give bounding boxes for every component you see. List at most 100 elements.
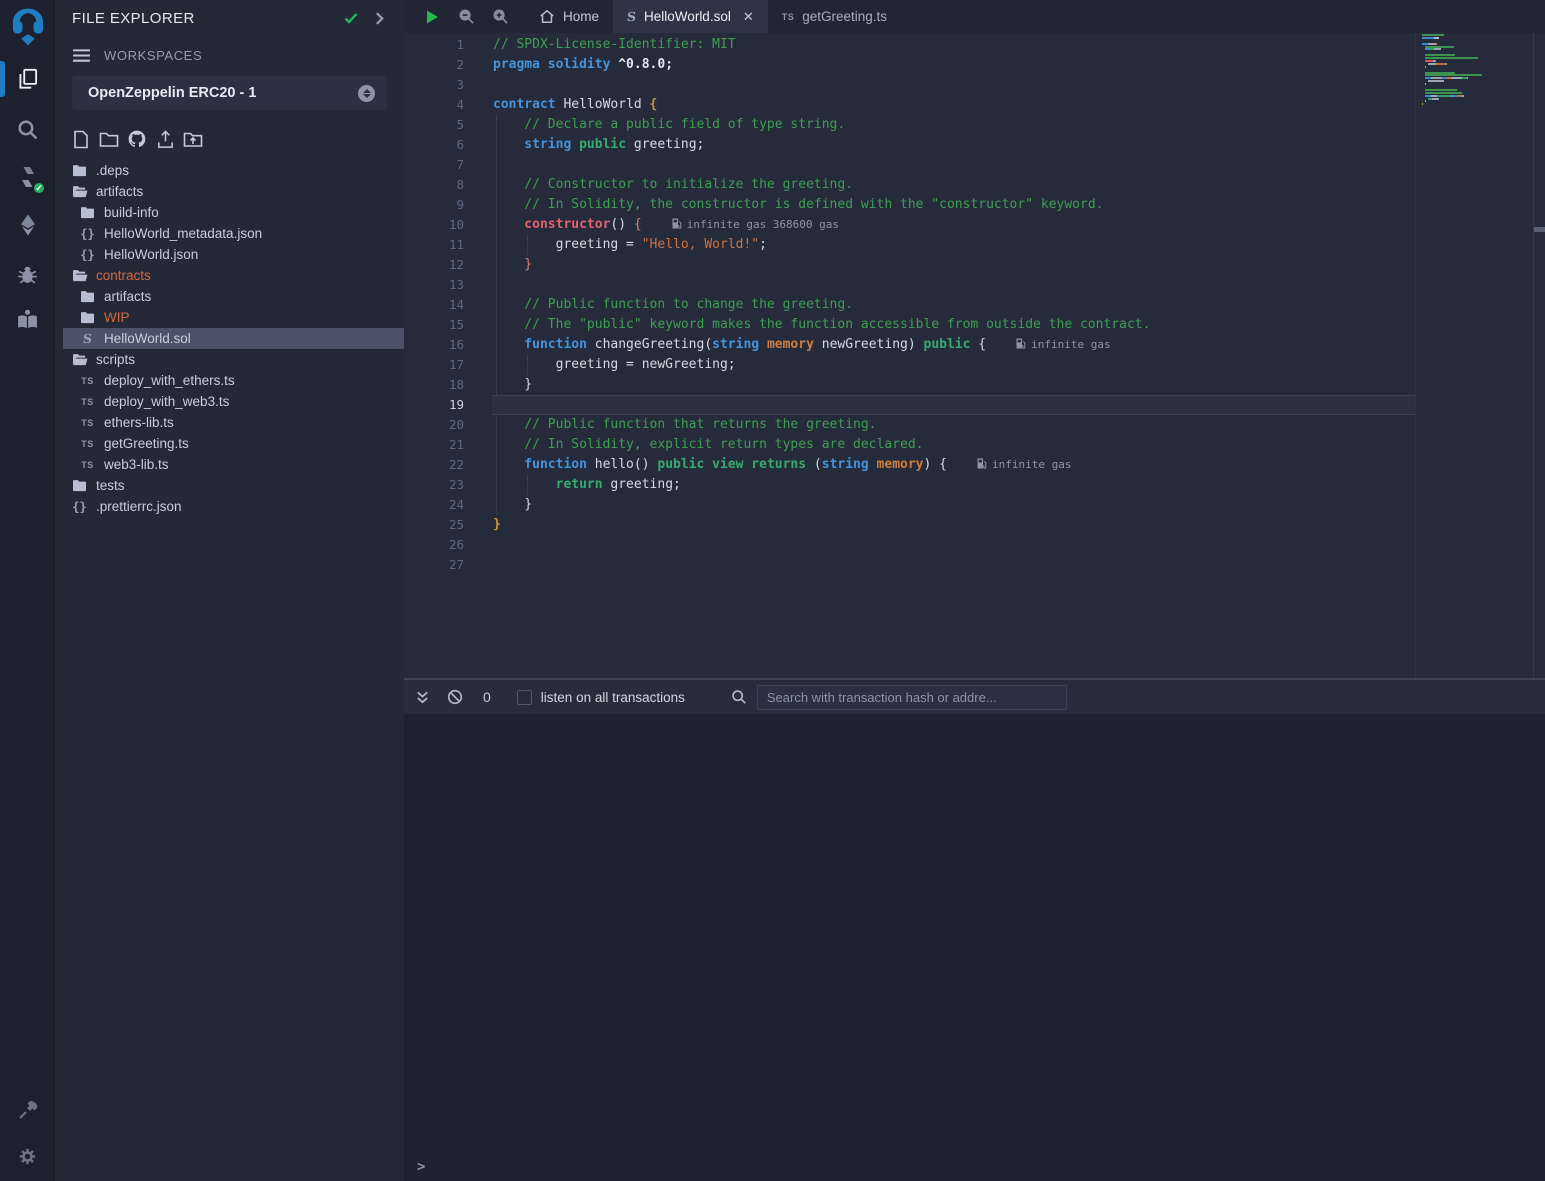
line-number: 13 (404, 275, 464, 295)
workspaces-label: WORKSPACES (104, 48, 202, 63)
code-line: 22 function hello() public view returns … (404, 455, 1545, 475)
line-number: 25 (404, 515, 464, 535)
line-number: 21 (404, 435, 464, 455)
line-number: 11 (404, 235, 464, 255)
minimap-line (1422, 34, 1533, 36)
code-text: function hello() public view returns (st… (493, 455, 1071, 475)
run-script-button[interactable] (419, 0, 445, 33)
new-file-button[interactable] (71, 128, 91, 150)
indent-guide (496, 395, 497, 415)
tab-helloworld-sol[interactable]: SHelloWorld.sol✕ (613, 0, 768, 33)
chevron-right-icon[interactable] (373, 12, 386, 25)
code-line: 14 // Public function to change the gree… (404, 295, 1545, 315)
tree-item-build-info[interactable]: build-info (55, 202, 404, 223)
workspaces-row: WORKSPACES (55, 44, 404, 66)
file-explorer-icon (15, 66, 41, 92)
minimap-line (1422, 63, 1533, 65)
close-tab-icon[interactable]: ✕ (743, 9, 754, 25)
code-line: 6 string public greeting; (404, 135, 1545, 155)
tree-item-helloworld-json[interactable]: {}HelloWorld.json (55, 244, 404, 265)
remix-logo[interactable] (0, 4, 55, 50)
sidebar-item-debugger[interactable] (0, 255, 55, 293)
tree-item-artifacts[interactable]: artifacts (55, 181, 404, 202)
vertical-icon-bar: ✓ (0, 0, 55, 1181)
code-text: // Constructor to initialize the greetin… (493, 175, 853, 195)
sidebar-item-deploy-run[interactable] (0, 206, 55, 244)
gas-estimate-hint: infinite gas (1016, 338, 1110, 351)
code-text: greeting = "Hello, World!"; (493, 235, 767, 255)
tree-item-label: artifacts (104, 289, 151, 304)
check-icon[interactable] (343, 10, 359, 26)
line-number: 27 (404, 555, 464, 575)
line-number: 23 (404, 475, 464, 495)
tree-item-scripts[interactable]: scripts (55, 349, 404, 370)
indent-guide (496, 275, 497, 295)
tree-item-label: tests (96, 478, 125, 493)
sidebar-item-file-explorer[interactable] (0, 60, 55, 98)
hamburger-menu-icon[interactable] (72, 48, 91, 63)
overview-ruler[interactable] (1533, 33, 1545, 678)
tree-item-label: .prettierrc.json (96, 499, 182, 514)
tree-item--deps[interactable]: .deps (55, 160, 404, 181)
tree-item-label: contracts (96, 268, 151, 283)
editor-tabbar: HomeSHelloWorld.sol✕TSgetGreeting.ts (404, 0, 1545, 33)
tree-item-label: deploy_with_ethers.ts (104, 373, 235, 388)
tree-item-web3-lib-ts[interactable]: TSweb3-lib.ts (55, 454, 404, 475)
terminal-search-input[interactable] (757, 685, 1067, 710)
zoom-out-button[interactable] (453, 0, 479, 33)
workspace-select[interactable]: OpenZeppelin ERC20 - 1 (72, 76, 387, 110)
code-line: 11 greeting = "Hello, World!"; (404, 235, 1545, 255)
code-line-current: 19 (404, 395, 1545, 415)
terminal-clear-icon[interactable] (447, 689, 463, 705)
sidebar-item-settings[interactable] (0, 1137, 55, 1175)
terminal-prompt: > (417, 1159, 425, 1175)
tree-item-getgreeting-ts[interactable]: TSgetGreeting.ts (55, 433, 404, 454)
tree-item-deploy-with-ethers-ts[interactable]: TSdeploy_with_ethers.ts (55, 370, 404, 391)
tree-item-contracts[interactable]: contracts (55, 265, 404, 286)
tree-item-ethers-lib-ts[interactable]: TSethers-lib.ts (55, 412, 404, 433)
tree-item-wip[interactable]: WIP (55, 307, 404, 328)
sidebar-item-solidity-compiler[interactable]: ✓ (0, 158, 55, 196)
code-line: 15 // The "public" keyword makes the fun… (404, 315, 1545, 335)
code-text: } (493, 375, 532, 395)
tab-home[interactable]: Home (525, 0, 613, 33)
clone-github-button[interactable] (127, 128, 147, 150)
upload-folder-button[interactable] (183, 128, 203, 150)
minimap-line (1422, 83, 1533, 85)
sidebar-item-plugin-manager[interactable] (0, 1091, 55, 1129)
code-line: 1// SPDX-License-Identifier: MIT (404, 35, 1545, 55)
minimap[interactable] (1415, 33, 1533, 678)
upload-file-button[interactable] (155, 128, 175, 150)
code-text: } (493, 515, 501, 535)
folder-icon (79, 311, 96, 324)
tree-item-label: artifacts (96, 184, 143, 199)
listen-transactions-checkbox[interactable] (517, 690, 532, 705)
gas-estimate-hint: infinite gas 368600 gas (672, 218, 839, 231)
tree-item--prettierrc-json[interactable]: {}.prettierrc.json (55, 496, 404, 517)
new-folder-button[interactable] (99, 128, 119, 150)
tab-getgreeting-ts[interactable]: TSgetGreeting.ts (768, 0, 901, 33)
workspace-selected-name: OpenZeppelin ERC20 - 1 (88, 85, 358, 101)
listen-transactions-label: listen on all transactions (541, 690, 685, 705)
code-area[interactable]: 1// SPDX-License-Identifier: MIT2pragma … (404, 33, 1545, 678)
line-number: 8 (404, 175, 464, 195)
terminal-collapse-icon[interactable] (415, 690, 430, 705)
terminal-output[interactable]: > (404, 714, 1545, 1181)
sidebar-item-learneth[interactable] (0, 300, 55, 338)
line-number: 1 (404, 35, 464, 55)
tree-item-tests[interactable]: tests (55, 475, 404, 496)
terminal-toolbar: 0 listen on all transactions (404, 680, 1545, 714)
tree-item-helloworld-metadata-json[interactable]: {}HelloWorld_metadata.json (55, 223, 404, 244)
sidebar-item-search[interactable] (0, 110, 55, 148)
zoom-in-button[interactable] (487, 0, 513, 33)
code-line: 9 // In Solidity, the constructor is def… (404, 195, 1545, 215)
folder-icon (79, 206, 96, 219)
tree-item-artifacts[interactable]: artifacts (55, 286, 404, 307)
tree-item-deploy-with-web3-ts[interactable]: TSdeploy_with_web3.ts (55, 391, 404, 412)
minimap-line (1422, 37, 1533, 39)
code-line: 27 (404, 555, 1545, 575)
indent-guide (496, 155, 497, 175)
line-number: 18 (404, 375, 464, 395)
code-text: // Public function that returns the gree… (493, 415, 877, 435)
tree-item-helloworld-sol[interactable]: SHelloWorld.sol (55, 328, 404, 349)
